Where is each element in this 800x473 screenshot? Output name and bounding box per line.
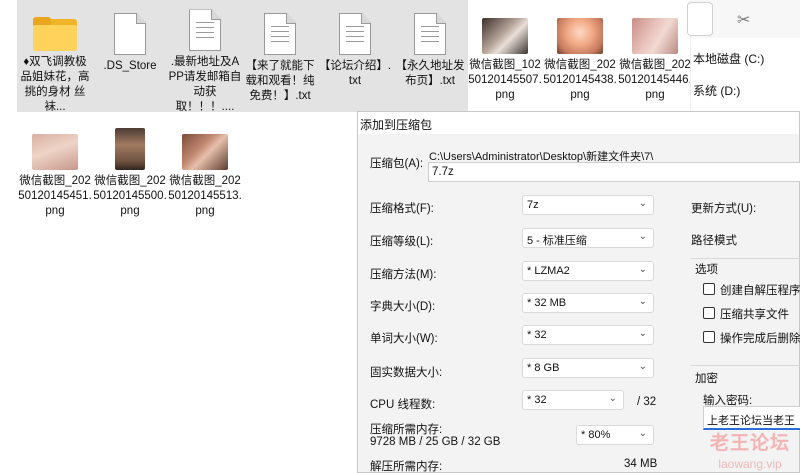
watermark-main: 老王论坛	[709, 433, 790, 454]
cpu-label: CPU 线程数:	[370, 399, 436, 411]
method-select[interactable]: * LZMA2 ⌄	[522, 261, 654, 281]
file-item-ds-store[interactable]: .DS_Store	[92, 0, 168, 112]
options-divider	[691, 258, 800, 259]
method-value: * LZMA2	[527, 265, 570, 277]
mem-percent-value: * 80%	[581, 429, 611, 441]
format-value: 7z	[527, 199, 539, 211]
image-thumbnail	[477, 6, 533, 54]
file-name: 微信截图_20250120145451.png	[18, 175, 92, 217]
file-name: ♦双飞调教极品姐妹花，高挑的身材 丝袜...	[20, 56, 90, 111]
sfx-checkbox[interactable]	[703, 283, 715, 295]
file-icon	[177, 7, 233, 52]
watermark-sub: laowang.vip	[718, 457, 782, 471]
chevron-down-icon: ⌄	[638, 198, 647, 209]
file-icon	[252, 7, 308, 55]
solid-select[interactable]: * 8 GB ⌄	[522, 358, 654, 378]
cpu-max: / 32	[637, 396, 657, 408]
file-name: 【永久地址发布页】.txt	[395, 60, 465, 87]
chevron-down-icon: ⌄	[638, 361, 647, 372]
mem-decomp-value: 34 MB	[624, 458, 658, 470]
file-item-screenshot-4[interactable]: 微信截图_20250120145451.png	[17, 116, 93, 228]
file-item-screenshot-2[interactable]: 微信截图_20250120145438.png	[542, 0, 618, 112]
archive-label: 压缩包(A):	[370, 158, 424, 170]
scissors-icon[interactable]: ✂	[737, 10, 750, 30]
file-item-address[interactable]: .最新地址及APP请发邮箱自动获取！！！....	[167, 0, 243, 112]
shared-checkbox[interactable]	[703, 307, 715, 319]
update-label: 更新方式(U):	[691, 203, 757, 215]
file-item-forum-intro[interactable]: 【论坛介绍】.txt	[317, 0, 393, 112]
chevron-down-icon: ⌄	[638, 231, 647, 242]
file-item-screenshot-1[interactable]: 微信截图_10250120145507.png	[467, 0, 543, 112]
encrypt-label: 加密	[695, 373, 718, 385]
file-item-permanent-address[interactable]: 【永久地址发布页】.txt	[392, 0, 468, 112]
dialog-titlebar: 添加到压缩包	[358, 112, 799, 134]
chevron-down-icon: ⌄	[638, 328, 647, 339]
drive-c[interactable]: 本地磁盘 (C:)	[693, 50, 764, 67]
file-name: 微信截图_20250120145500.png	[93, 175, 167, 217]
format-label: 压缩格式(F):	[370, 203, 434, 215]
method-label: 压缩方法(M):	[370, 269, 437, 281]
mem-decomp-label: 解压所需内存:	[370, 461, 443, 473]
chevron-down-icon: ⌄	[638, 296, 647, 307]
solid-value: * 8 GB	[527, 362, 560, 374]
watermark-logo: 老王论坛 laowang.vip	[700, 428, 800, 473]
level-value: 5 - 标准压缩	[527, 235, 587, 247]
file-item-folder[interactable]: ♦双飞调教极品姐妹花，高挑的身材 丝袜...	[17, 0, 93, 112]
word-label: 单词大小(W):	[370, 333, 438, 345]
add-to-archive-dialog: 添加到压缩包 压缩包(A): C:\Users\Administrator\De…	[357, 111, 800, 473]
archive-name-input[interactable]: 7.7z	[428, 162, 800, 182]
image-thumbnail	[552, 6, 608, 54]
cpu-select[interactable]: * 32 ⌄	[522, 390, 624, 410]
cpu-value: * 32	[527, 394, 547, 406]
chevron-down-icon: ⌄	[608, 393, 617, 404]
mem-percent-select[interactable]: * 80% ⌄	[576, 425, 654, 445]
path-mode-label: 路径模式	[691, 235, 737, 247]
mem-comp-label: 压缩所需内存:	[370, 424, 443, 436]
encrypt-divider	[691, 365, 800, 366]
file-item-free-txt[interactable]: 【来了就能下载和观看！纯免费！】.txt	[242, 0, 318, 112]
format-select[interactable]: 7z ⌄	[522, 195, 654, 215]
image-thumbnail	[177, 122, 233, 170]
word-select[interactable]: * 32 ⌄	[522, 325, 654, 345]
chevron-down-icon: ⌄	[638, 264, 647, 275]
mem-comp-value: 9728 MB / 25 GB / 32 GB	[370, 436, 501, 448]
file-name: 微信截图_20250120145446.png	[618, 59, 692, 101]
file-icon	[327, 7, 383, 55]
folder-icon	[27, 7, 83, 52]
level-select[interactable]: 5 - 标准压缩 ⌄	[522, 228, 654, 248]
toolbar: ✂	[687, 0, 800, 38]
file-item-screenshot-5[interactable]: 微信截图_20250120145500.png	[92, 116, 168, 228]
file-name: .DS_Store	[103, 60, 157, 72]
image-thumbnail	[102, 122, 158, 170]
dict-select[interactable]: * 32 MB ⌄	[522, 293, 654, 313]
sfx-label: 创建自解压程序(X	[720, 285, 800, 297]
dict-label: 字典大小(D):	[370, 301, 436, 313]
dialog-title: 添加到压缩包	[360, 118, 433, 132]
file-name: 微信截图_20250120145438.png	[543, 59, 617, 101]
file-name: 【论坛介绍】.txt	[318, 60, 392, 87]
toolbar-button[interactable]	[687, 2, 713, 36]
solid-label: 固实数据大小:	[370, 367, 443, 379]
shared-label: 压缩共享文件	[720, 309, 789, 321]
password-input[interactable]: 上老王论坛当老王	[703, 406, 800, 430]
level-label: 压缩等级(L):	[370, 236, 434, 248]
word-value: * 32	[527, 329, 547, 341]
delete-label: 操作完成后删除源	[720, 333, 800, 345]
drive-d[interactable]: 系统 (D:)	[693, 82, 740, 99]
dict-value: * 32 MB	[527, 297, 567, 309]
file-icon	[402, 7, 458, 55]
file-name: 微信截图_10250120145507.png	[468, 59, 542, 101]
file-name: 微信截图_20250120145513.png	[168, 175, 242, 217]
delete-checkbox[interactable]	[703, 331, 715, 343]
chevron-down-icon: ⌄	[638, 428, 647, 439]
image-thumbnail	[627, 6, 683, 54]
file-item-screenshot-6[interactable]: 微信截图_20250120145513.png	[167, 116, 243, 228]
file-name: 【来了就能下载和观看！纯免费！】.txt	[245, 60, 315, 102]
options-label: 选项	[695, 264, 718, 276]
file-icon	[102, 7, 158, 55]
image-thumbnail	[27, 122, 83, 170]
file-name: .最新地址及APP请发邮箱自动获取！！！....	[168, 56, 242, 111]
file-item-screenshot-3[interactable]: 微信截图_20250120145446.png	[617, 0, 693, 112]
